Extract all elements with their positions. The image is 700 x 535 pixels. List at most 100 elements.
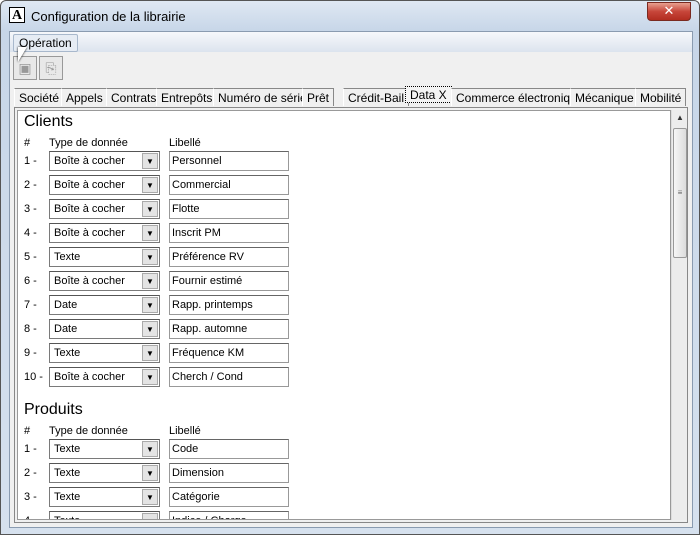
window-title: Configuration de la librairie	[31, 9, 186, 24]
column-header-number: #	[24, 425, 31, 437]
row-number: 4 -	[24, 227, 37, 239]
chevron-down-icon[interactable]: ▼	[142, 369, 158, 385]
data-type-select[interactable]: Boîte à cocher ▼	[49, 223, 160, 243]
row-number: 1 -	[24, 443, 37, 455]
chevron-down-icon[interactable]: ▼	[142, 225, 158, 241]
column-header-type: Type de donnée	[49, 137, 128, 149]
scroll-thumb[interactable]: ≡	[673, 128, 687, 258]
data-type-value: Texte	[54, 515, 80, 519]
data-type-value: Boîte à cocher	[54, 155, 125, 167]
tab-contrats[interactable]: Contrats	[106, 88, 162, 106]
label-input[interactable]: Préférence RV	[169, 247, 289, 267]
chevron-down-icon[interactable]: ▼	[142, 489, 158, 505]
data-type-select[interactable]: Boîte à cocher ▼	[49, 271, 160, 291]
data-type-select[interactable]: Texte ▼	[49, 487, 160, 507]
chevron-down-icon[interactable]: ▼	[142, 297, 158, 313]
data-type-value: Boîte à cocher	[54, 179, 125, 191]
chevron-down-icon[interactable]: ▼	[142, 345, 158, 361]
tab-crédit-bail[interactable]: Crédit-Bail	[343, 88, 410, 106]
row-number: 4 -	[24, 515, 37, 519]
tab-panel: Clients # Type de donnée Libellé 1 - Boîte à …	[14, 107, 688, 523]
chevron-down-icon[interactable]: ▼	[142, 441, 158, 457]
tab-numéro-de-série[interactable]: Numéro de série	[213, 88, 312, 106]
label-input[interactable]: Flotte	[169, 199, 289, 219]
data-type-value: Boîte à cocher	[54, 227, 125, 239]
data-type-select[interactable]: Boîte à cocher ▼	[49, 151, 160, 171]
label-input[interactable]: Fréquence KM	[169, 343, 289, 363]
close-button[interactable]: ✕	[647, 2, 691, 21]
data-type-value: Date	[54, 299, 78, 311]
data-type-value: Texte	[54, 251, 81, 263]
data-type-select[interactable]: Texte ▼	[49, 463, 160, 483]
vertical-scrollbar[interactable]: ▲ ≡	[671, 110, 687, 520]
column-header-type: Type de donnée	[49, 425, 128, 437]
data-type-value: Date	[54, 323, 78, 335]
row-number: 2 -	[24, 467, 37, 479]
data-type-select[interactable]: Texte ▼	[49, 247, 160, 267]
label-input[interactable]: Cherch / Cond	[169, 367, 289, 387]
window: A Configuration de la librairie ✕ Opérat…	[0, 0, 700, 535]
data-type-select[interactable]: Date ▼	[49, 319, 160, 339]
row-number: 2 -	[24, 179, 37, 191]
data-type-value: Texte	[54, 347, 81, 359]
chevron-down-icon[interactable]: ▼	[142, 249, 158, 265]
data-type-select[interactable]: Date ▼	[49, 295, 160, 315]
menu-bar: Opération	[10, 32, 692, 52]
label-input[interactable]: Fournir estimé	[169, 271, 289, 291]
data-type-value: Boîte à cocher	[54, 371, 125, 383]
scroll-up-icon[interactable]: ▲	[672, 110, 688, 126]
tab-mobilité[interactable]: Mobilité	[635, 88, 687, 106]
data-type-select[interactable]: Boîte à cocher ▼	[49, 175, 160, 195]
chevron-down-icon[interactable]: ▼	[142, 513, 158, 519]
data-type-value: Texte	[54, 491, 81, 503]
data-type-value: Texte	[54, 467, 81, 479]
row-number: 3 -	[24, 491, 37, 503]
label-input[interactable]: Commercial	[169, 175, 289, 195]
mouse-cursor-icon	[18, 47, 27, 62]
section-title: Produits	[24, 401, 83, 418]
chevron-down-icon[interactable]: ▼	[142, 273, 158, 289]
label-input[interactable]: Rapp. printemps	[169, 295, 289, 315]
data-type-value: Boîte à cocher	[54, 275, 125, 287]
row-number: 7 -	[24, 299, 37, 311]
label-input[interactable]: Catégorie	[169, 487, 289, 507]
column-header-label: Libellé	[169, 137, 201, 149]
column-header-number: #	[24, 137, 31, 149]
row-number: 10 -	[24, 371, 43, 383]
data-type-select[interactable]: Texte ▼	[49, 511, 160, 519]
row-number: 5 -	[24, 251, 37, 263]
tab-data-x[interactable]: Data X	[405, 86, 452, 103]
label-input[interactable]: Dimension	[169, 463, 289, 483]
label-input[interactable]: Inscrit PM	[169, 223, 289, 243]
chevron-down-icon[interactable]: ▼	[142, 321, 158, 337]
tab-appels[interactable]: Appels	[61, 88, 108, 106]
row-number: 6 -	[24, 275, 37, 287]
row-number: 1 -	[24, 155, 37, 167]
tab-entrepôts[interactable]: Entrepôts	[156, 88, 218, 106]
label-input[interactable]: Code	[169, 439, 289, 459]
data-type-select[interactable]: Boîte à cocher ▼	[49, 367, 160, 387]
data-type-value: Boîte à cocher	[54, 203, 125, 215]
section-title: Clients	[24, 113, 73, 130]
app-icon: A	[9, 7, 25, 23]
row-number: 8 -	[24, 323, 37, 335]
chevron-down-icon[interactable]: ▼	[142, 465, 158, 481]
label-input[interactable]: Indice / Charge	[169, 511, 289, 519]
label-input[interactable]: Personnel	[169, 151, 289, 171]
column-header-label: Libellé	[169, 425, 201, 437]
chevron-down-icon[interactable]: ▼	[142, 201, 158, 217]
save-icon: ▣	[18, 60, 32, 76]
data-type-value: Texte	[54, 443, 81, 455]
chevron-down-icon[interactable]: ▼	[142, 177, 158, 193]
data-type-select[interactable]: Boîte à cocher ▼	[49, 199, 160, 219]
label-input[interactable]: Rapp. automne	[169, 319, 289, 339]
tab-commerce-électronique[interactable]: Commerce électronique	[451, 88, 589, 106]
tab-mécanique[interactable]: Mécanique	[570, 88, 639, 106]
data-type-select[interactable]: Texte ▼	[49, 343, 160, 363]
chevron-down-icon[interactable]: ▼	[142, 153, 158, 169]
tab-prêt[interactable]: Prêt	[302, 88, 335, 106]
tab-société[interactable]: Société	[14, 88, 65, 106]
data-x-content: Clients # Type de donnée Libellé 1 - Boîte à …	[17, 110, 671, 520]
data-type-select[interactable]: Texte ▼	[49, 439, 160, 459]
export-button[interactable]: ⎘	[39, 56, 63, 80]
